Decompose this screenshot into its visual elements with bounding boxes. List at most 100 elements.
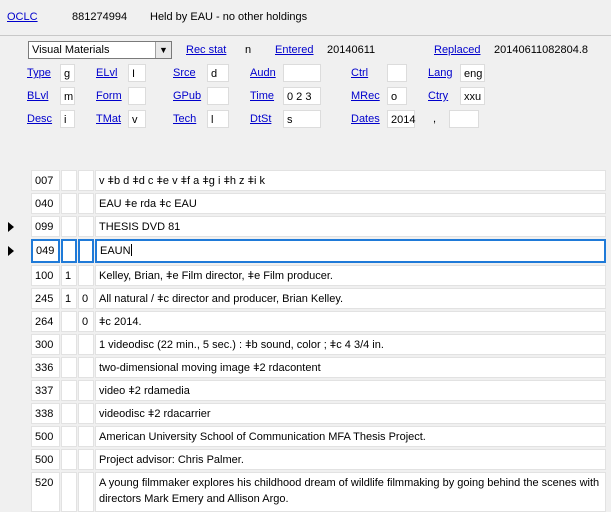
fixed-value-dates[interactable]: 2014 [387,110,415,128]
field-tag[interactable]: 520 [31,472,60,512]
indicator-2[interactable] [78,216,94,237]
indicator-2[interactable]: 0 [78,288,94,309]
field-tag[interactable]: 040 [31,193,60,214]
fixed-label-elvl[interactable]: ELvl [96,67,117,79]
indicator-1[interactable]: 1 [61,288,77,309]
fixed-value-audn[interactable] [283,64,321,82]
indicator-1[interactable] [61,449,77,470]
fixed-label-dates[interactable]: Dates [351,113,380,125]
indicator-2[interactable] [78,265,94,286]
field-tag[interactable]: 336 [31,357,60,378]
fixed-value-ctry[interactable]: xxu [460,87,485,105]
entered-link[interactable]: Entered [275,44,314,56]
indicator-2[interactable] [78,449,94,470]
field-tag[interactable]: 338 [31,403,60,424]
indicator-1[interactable]: 1 [61,265,77,286]
field-data[interactable]: EAU ǂe rda ǂc EAU [95,193,606,214]
field-data[interactable]: EAUN [95,239,606,263]
fixed-value-tmat[interactable]: v [128,110,146,128]
indicator-2[interactable] [78,403,94,424]
fixed-value-gpub[interactable] [207,87,229,105]
indicator-2[interactable] [78,380,94,401]
fixed-label-tech[interactable]: Tech [173,113,196,125]
field-tag[interactable]: 007 [31,170,60,191]
indicator-1[interactable] [61,334,77,355]
fixed-value-srce[interactable]: d [207,64,229,82]
field-tag[interactable]: 264 [31,311,60,332]
fixed-value-date2[interactable] [449,110,479,128]
indicator-1[interactable] [61,216,77,237]
oclc-link[interactable]: OCLC [7,11,38,23]
fixed-value-elvl[interactable]: I [128,64,146,82]
field-data[interactable]: THESIS DVD 81 [95,216,606,237]
field-data[interactable]: video ǂ2 rdamedia [95,380,606,401]
fixed-value-type[interactable]: g [60,64,75,82]
indicator-1[interactable] [61,170,77,191]
fixed-value-form[interactable] [128,87,146,105]
rec-stat-link[interactable]: Rec stat [186,44,226,56]
indicator-1[interactable] [61,472,77,512]
fixed-value-blvl[interactable]: m [60,87,75,105]
fixed-label-audn[interactable]: Audn [250,67,276,79]
indicator-1[interactable] [61,239,77,263]
fixed-value-dtst[interactable]: s [283,110,321,128]
fixed-value-mrec[interactable]: o [387,87,407,105]
fixed-value-lang[interactable]: eng [460,64,485,82]
fixed-label-dtst[interactable]: DtSt [250,113,271,125]
indicator-1[interactable] [61,193,77,214]
fixed-value-time[interactable]: 0 2 3 [283,87,321,105]
indicator-2[interactable] [78,193,94,214]
fixed-label-ctrl[interactable]: Ctrl [351,67,368,79]
field-data[interactable]: A young filmmaker explores his childhood… [95,472,606,512]
field-data[interactable]: ǂc 2014. [95,311,606,332]
fixed-label-lang[interactable]: Lang [428,67,452,79]
fixed-label-desc[interactable]: Desc [27,113,52,125]
field-tag[interactable]: 500 [31,449,60,470]
field-data[interactable]: All natural / ǂc director and producer, … [95,288,606,309]
indicator-1[interactable] [61,311,77,332]
indicator-2[interactable] [78,472,94,512]
indicator-2[interactable] [78,334,94,355]
fixed-label-tmat[interactable]: TMat [96,113,121,125]
chevron-down-icon[interactable]: ▼ [155,42,171,58]
indicator-2[interactable]: 0 [78,311,94,332]
fixed-value-desc[interactable]: i [60,110,75,128]
fixed-label-mrec[interactable]: MRec [351,90,380,102]
field-data[interactable]: two-dimensional moving image ǂ2 rdaconte… [95,357,606,378]
field-row-245: 245 1 0 All natural / ǂc director and produ… [0,288,611,309]
fixed-label-blvl[interactable]: BLvl [27,90,48,102]
fixed-label-srce[interactable]: Srce [173,67,196,79]
indicator-2[interactable] [78,426,94,447]
field-tag[interactable]: 500 [31,426,60,447]
field-data[interactable]: v ǂb d ǂd c ǂe v ǂf a ǂg i ǂh z ǂi k [95,170,606,191]
field-tag[interactable]: 300 [31,334,60,355]
fixed-label-ctry[interactable]: Ctry [428,90,448,102]
fixed-label-type[interactable]: Type [27,67,51,79]
indicator-1[interactable] [61,403,77,424]
indicator-2[interactable] [78,357,94,378]
indicator-2[interactable] [78,239,94,263]
field-row-338: 338 videodisc ǂ2 rdacarrier [0,403,611,424]
field-data[interactable]: videodisc ǂ2 rdacarrier [95,403,606,424]
field-tag[interactable]: 100 [31,265,60,286]
field-tag[interactable]: 099 [31,216,60,237]
field-data[interactable]: 1 videodisc (22 min., 5 sec.) : ǂb sound… [95,334,606,355]
fixed-value-ctrl[interactable] [387,64,407,82]
fixed-label-time[interactable]: Time [250,90,274,102]
field-data[interactable]: Kelley, Brian, ǂe Film director, ǂe Film… [95,265,606,286]
format-select[interactable]: Visual Materials ▼ [28,41,172,59]
field-tag[interactable]: 049 [31,239,60,263]
fixed-label-gpub[interactable]: GPub [173,90,201,102]
indicator-2[interactable] [78,170,94,191]
indicator-1[interactable] [61,426,77,447]
replaced-link[interactable]: Replaced [434,44,480,56]
field-data[interactable]: Project advisor: Chris Palmer. [95,449,606,470]
indicator-1[interactable] [61,380,77,401]
field-tag[interactable]: 337 [31,380,60,401]
field-tag[interactable]: 245 [31,288,60,309]
rec-stat-value[interactable]: n [245,44,251,56]
field-data[interactable]: American University School of Communicat… [95,426,606,447]
indicator-1[interactable] [61,357,77,378]
fixed-value-tech[interactable]: l [207,110,229,128]
fixed-label-form[interactable]: Form [96,90,122,102]
